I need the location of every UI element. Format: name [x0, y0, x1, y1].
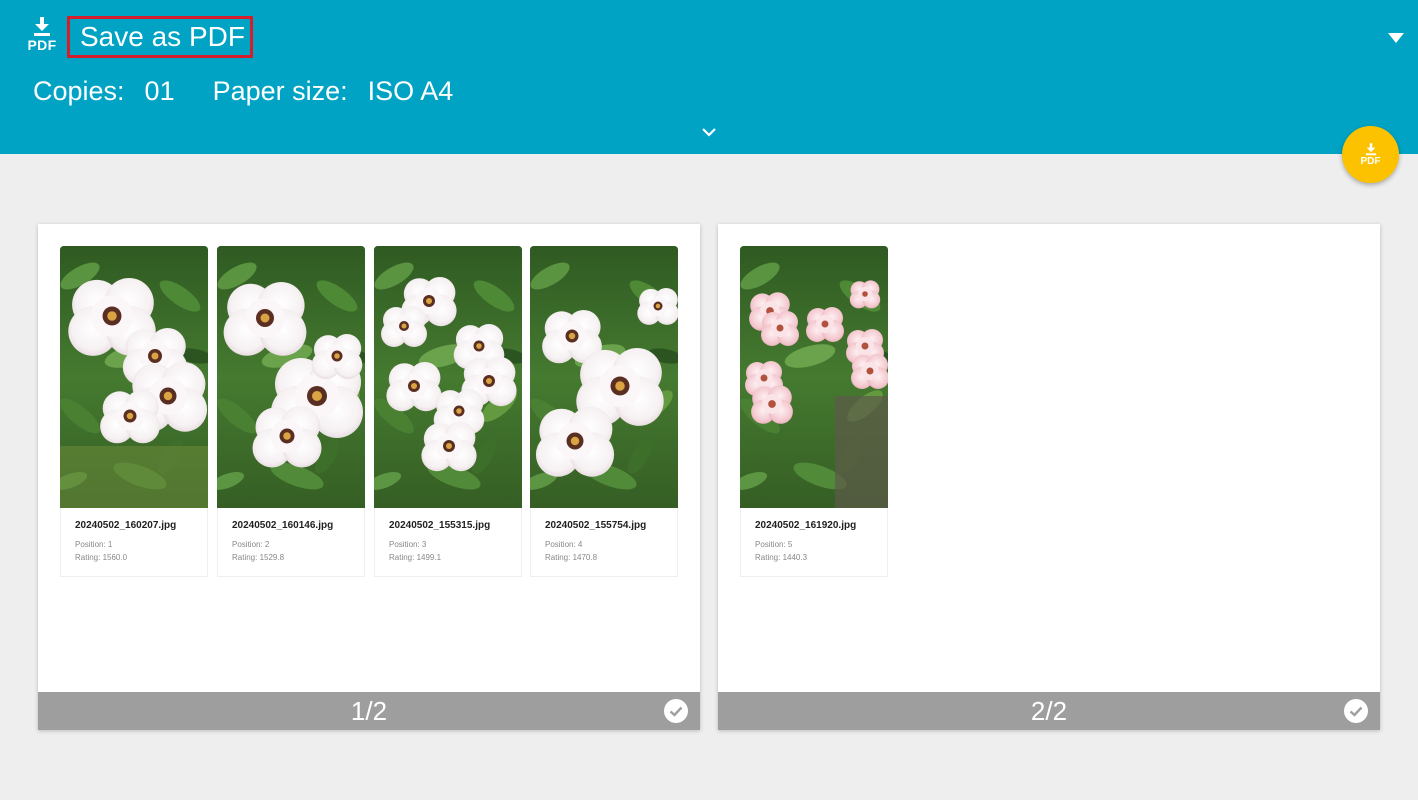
photo-rating: Rating: 1560.0 — [75, 553, 128, 562]
copies-label: Copies: — [33, 76, 125, 106]
photo-position: Position: 3 — [389, 540, 427, 549]
photo-filename: 20240502_160146.jpg — [232, 520, 334, 531]
page-indicator-bar: 2/2 — [718, 692, 1380, 730]
save-pdf-button[interactable]: PDF — [1342, 126, 1399, 183]
print-settings-header: PDF Save as PDF Copies: 01 Paper size: I… — [0, 0, 1418, 154]
photo-info: 20240502_160207.jpg Position: 1 Rating: … — [60, 508, 208, 577]
photo-thumbnail — [60, 246, 208, 508]
photo-thumbnail — [530, 246, 678, 508]
photo-card: 20240502_155754.jpg Position: 4 Rating: … — [530, 246, 678, 577]
photo-thumbnail — [740, 246, 888, 508]
photo-card: 20240502_160207.jpg Position: 1 Rating: … — [60, 246, 208, 577]
photo-rating: Rating: 1440.3 — [755, 553, 808, 562]
fab-pdf-text: PDF — [1360, 155, 1381, 167]
page-indicator-bar: 1/2 — [38, 692, 700, 730]
photo-card: 20240502_160146.jpg Position: 2 Rating: … — [217, 246, 365, 577]
triangle-down-icon[interactable] — [1388, 30, 1404, 46]
pdf-icon-text: PDF — [27, 37, 57, 53]
photo-thumbnail — [217, 246, 365, 508]
photo-position: Position: 5 — [755, 540, 793, 549]
photo-filename: 20240502_161920.jpg — [755, 520, 857, 531]
photo-filename: 20240502_155315.jpg — [389, 520, 491, 531]
photo-thumbnail — [374, 246, 522, 508]
photo-card: 20240502_161920.jpg Position: 5 Rating: … — [740, 246, 888, 577]
photo-filename: 20240502_155754.jpg — [545, 520, 647, 531]
pdf-download-icon — [1365, 142, 1376, 155]
photo-card: 20240502_155315.jpg Position: 3 Rating: … — [374, 246, 522, 577]
check-circle-icon[interactable] — [664, 699, 688, 723]
copies-value[interactable]: 01 — [145, 76, 175, 107]
photo-filename: 20240502_160207.jpg — [75, 520, 177, 531]
photo-info: 20240502_160146.jpg Position: 2 Rating: … — [217, 508, 365, 577]
paper-size-value[interactable]: ISO A4 — [368, 76, 454, 107]
photo-info: 20240502_161920.jpg Position: 5 Rating: … — [740, 508, 888, 577]
photo-position: Position: 2 — [232, 540, 270, 549]
photo-rating: Rating: 1499.1 — [389, 553, 442, 562]
page-indicator: 2/2 — [1030, 695, 1068, 726]
photo-info: 20240502_155315.jpg Position: 3 Rating: … — [374, 508, 522, 577]
photo-rating: Rating: 1470.8 — [545, 553, 598, 562]
preview-page-2[interactable]: 20240502_161920.jpg Position: 5 Rating: … — [718, 224, 1380, 730]
paper-size-label: Paper size: — [212, 76, 348, 106]
preview-page-1[interactable]: 20240502_160207.jpg Position: 1 Rating: … — [38, 224, 700, 730]
chevron-down-icon[interactable] — [700, 125, 718, 139]
print-summary: Copies: 01 Paper size: ISO A4 — [33, 76, 491, 107]
photo-position: Position: 1 — [75, 540, 113, 549]
photo-info: 20240502_155754.jpg Position: 4 Rating: … — [530, 508, 678, 577]
photo-rating: Rating: 1529.8 — [232, 553, 285, 562]
pdf-download-icon[interactable]: PDF — [24, 17, 60, 57]
destination-title: Save as PDF — [80, 21, 245, 52]
check-circle-icon[interactable] — [1344, 699, 1368, 723]
page-indicator: 1/2 — [350, 695, 388, 726]
destination-selector[interactable]: Save as PDF — [67, 16, 253, 58]
photo-position: Position: 4 — [545, 540, 583, 549]
